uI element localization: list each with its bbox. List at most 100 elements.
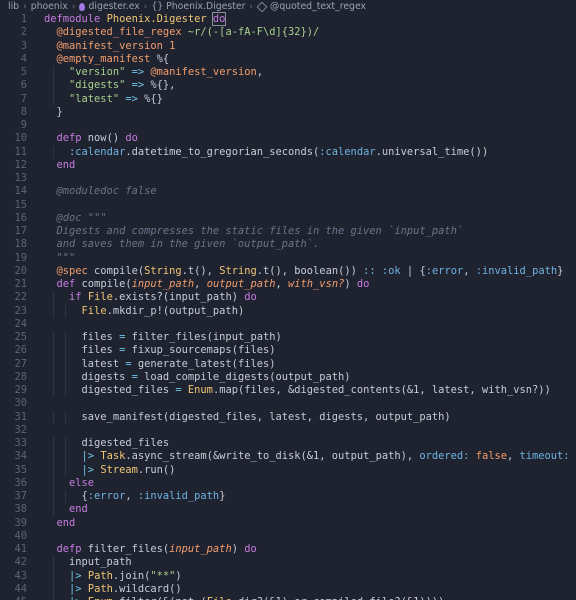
code-token: => [125,79,151,92]
code-line[interactable]: 16 @doc """ [0,212,576,225]
code-line[interactable]: 42 input_path [0,556,576,570]
code-token: output_path [206,278,276,290]
code-line[interactable]: 43 |> Path.join("**") [0,569,576,583]
line-content: Digests and compresses the static files … [44,225,464,238]
code-line[interactable]: 27 latest = generate_latest(files) [0,357,576,371]
code-line[interactable]: 6 "digests" => %{}, [0,79,576,93]
code-line[interactable]: 17 Digests and compresses the static fil… [0,225,576,238]
line-content: end [44,517,76,530]
code-line[interactable]: 3 @manifest_version 1 [0,40,576,53]
code-line[interactable]: 1 defmodule Phoenix.Digester do [0,12,576,26]
indent-guide [52,344,54,358]
code-line[interactable]: 8 } [0,106,576,119]
code-token: input_path [169,543,232,555]
code-line[interactable]: 28 digests = load_compile_digests(output… [0,370,576,384]
line-number: 34 [14,450,27,463]
code-line[interactable]: 20 @spec compile(String.t(), String.t(),… [0,265,576,278]
code-token: %{} [144,92,163,105]
line-number: 12 [14,158,27,171]
line-number: 16 [14,211,27,224]
code-token: , [256,66,263,78]
code-line[interactable]: 15 [0,199,576,212]
breadcrumb-item-symbol[interactable]: @quoted_text_regex [270,1,366,12]
breadcrumb-item-phoenix[interactable]: phoenix [31,1,68,12]
code-line[interactable]: 12 end [0,159,576,172]
indent-guide [52,92,54,106]
breadcrumb-item-module[interactable]: {} Phoenix.Digester [151,1,245,12]
code-line[interactable]: 19 """ [0,252,576,265]
code-line[interactable]: 38 end [0,503,576,517]
code-token: @spec [56,264,88,277]
code-line[interactable]: 11 :calendar.datetime_to_gregorian_secon… [0,145,576,159]
line-content: @moduledoc false [44,185,157,198]
code-line[interactable]: 26 files = fixup_sourcemaps(files) [0,344,576,358]
code-line[interactable]: 25 files = filter_files(input_path) [0,331,576,345]
line-content: end [44,159,76,172]
code-line[interactable]: 10 defp now() do [0,132,576,145]
code-line[interactable]: 7 "latest" => %{} [0,92,576,106]
code-line[interactable]: 13 [0,172,576,185]
code-token: "digests" [69,79,126,92]
code-token: false [475,450,507,463]
code-line[interactable]: 31 save_manifest(digested_files, latest,… [0,410,576,424]
code-line[interactable]: 22 if File.exists?(input_path) do [0,291,576,305]
code-line[interactable]: 36 else [0,476,576,490]
code-line[interactable]: 41 defp filter_files(input_path) do [0,543,576,556]
line-content: if File.exists?(input_path) do [44,291,257,304]
indent-guide [52,370,54,384]
code-line[interactable]: 2 @digested_file_regex ~r/(-[a-fA-F\d]{3… [0,26,576,39]
line-number: 4 [20,52,27,65]
code-line[interactable]: 34 |> Task.async_stream(&write_to_disk(&… [0,450,576,464]
indent-guide [52,331,54,345]
code-token: do [125,132,138,145]
code-line[interactable]: 39 end [0,517,576,530]
code-token: | { [400,264,426,277]
breadcrumb-item-lib[interactable]: lib [8,1,19,12]
code-token: do [356,278,370,290]
code-line[interactable]: 33 digested_files [0,437,576,451]
line-number: 41 [14,543,27,555]
code-editor[interactable]: lib › phoenix › digester.ex › {} Phoenix… [0,0,576,600]
code-line[interactable]: 32 [0,424,576,437]
code-token: timeout: [519,450,570,463]
code-line[interactable]: 44 |> Path.wildcard() [0,582,576,596]
code-line[interactable]: 14 @moduledoc false [0,185,576,198]
code-line[interactable]: 21 def compile(input_path, output_path, … [0,278,576,291]
line-content: |> Enum.filter(&(not (File.dir?(&1) or c… [44,596,444,600]
code-line[interactable]: 9 [0,119,576,132]
code-line[interactable]: 29 digested_files = Enum.map(files, &dig… [0,384,576,398]
line-number: 31 [14,410,27,423]
code-line[interactable]: 40 [0,530,576,543]
code-token: and saves them in the given `output_path… [56,238,320,251]
indent-guide [65,304,67,318]
line-number: 6 [20,79,27,92]
code-token: """ [56,251,76,264]
line-number: 42 [14,556,27,569]
indent-guide [52,437,54,451]
code-token: Task [100,450,126,463]
code-token: String [144,264,182,277]
code-line[interactable]: 37 {:error, :invalid_path} [0,490,576,504]
line-content: files = fixup_sourcemaps(files) [44,344,276,357]
breadcrumb-item-file[interactable]: digester.ex [88,1,139,12]
code-line[interactable]: 23 File.mkdir_p!(output_path) [0,304,576,318]
code-line[interactable]: 4 @empty_manifest %{ [0,53,576,66]
code-line[interactable]: 24 [0,318,576,331]
code-line[interactable]: 30 [0,397,576,410]
code-area[interactable]: 1 defmodule Phoenix.Digester do 2 @digeste… [0,12,576,600]
code-token: .mkdir_p!(output_path) [106,304,245,317]
code-line[interactable]: 45 |> Enum.filter(&(not (File.dir?(&1) o… [0,596,576,600]
line-content: digests = load_compile_digests(output_pa… [44,371,351,384]
code-line[interactable]: 18 and saves them in the given `output_p… [0,238,576,251]
code-token: .filter(&(not ( [113,596,207,600]
line-number: 17 [14,225,27,237]
code-token: Digests and compresses the static files … [56,225,464,237]
code-line[interactable]: 35 |> Stream.run() [0,463,576,477]
code-line[interactable]: 5 "version" => @manifest_version, [0,66,576,80]
line-number: 33 [14,437,27,449]
